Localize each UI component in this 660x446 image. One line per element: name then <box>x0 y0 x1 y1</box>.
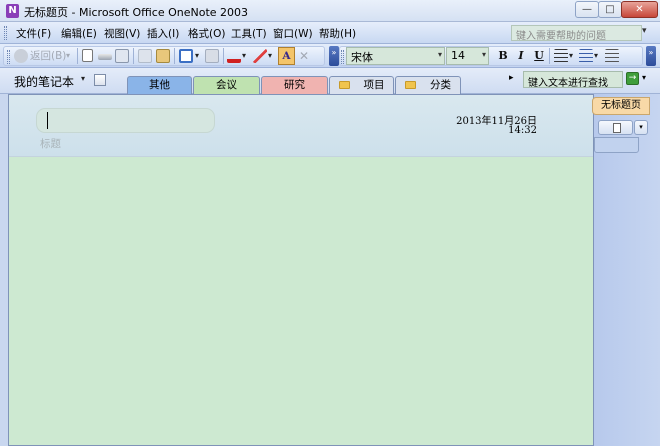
search-scope-dropdown-icon[interactable]: ▾ <box>642 73 646 82</box>
notebook-title[interactable]: 我的笔记本 <box>14 73 74 90</box>
underline-button[interactable]: U <box>532 48 546 64</box>
format-toolbar-options-chevron-icon[interactable]: » <box>646 46 656 66</box>
window-title: 无标题页 - Microsoft Office OneNote 2003 <box>24 6 249 19</box>
section-tab-label: 分类 <box>430 79 451 91</box>
title-bar: N 无标题页 - Microsoft Office OneNote 2003 —… <box>0 0 660 22</box>
menu-view[interactable]: 视图(V) <box>104 26 140 41</box>
note-flag-dropdown-icon[interactable]: ▾ <box>195 48 199 64</box>
help-question-input[interactable]: 键入需要帮助的问题 <box>511 25 642 41</box>
subpage-strip[interactable] <box>594 137 639 153</box>
back-arrow-icon[interactable] <box>14 49 28 63</box>
paste-icon[interactable] <box>156 49 170 63</box>
highlighter-icon[interactable] <box>253 49 267 63</box>
new-subpage-icon[interactable] <box>98 54 112 60</box>
help-dropdown-icon[interactable]: ▾ <box>642 26 647 36</box>
print-preview-icon[interactable] <box>115 49 129 63</box>
page-title-field[interactable] <box>36 108 215 133</box>
menu-edit[interactable]: 编辑(E) <box>61 26 97 41</box>
search-go-icon[interactable]: → <box>626 72 639 85</box>
section-scroll-right-icon[interactable]: ▸ <box>509 73 514 83</box>
section-tab-other[interactable]: 其他 <box>127 76 192 94</box>
delete-icon[interactable]: ✕ <box>299 48 309 64</box>
pen-dropdown-icon[interactable]: ▾ <box>242 48 246 64</box>
page-header: 标题 2013年11月26日 14:32 <box>9 95 593 157</box>
font-name-value: 宋体 <box>351 51 373 64</box>
find-text-input[interactable]: 键入文本进行查找 <box>523 71 623 88</box>
text-cursor <box>47 112 48 129</box>
section-tab-meeting[interactable]: 会议 <box>193 76 260 94</box>
font-size-dropdown-icon[interactable]: ▾ <box>482 50 486 59</box>
section-tab-label: 研究 <box>284 79 305 91</box>
toolbar-separator <box>223 48 224 64</box>
section-tab-label: 项目 <box>363 79 385 91</box>
font-name-select[interactable]: 宋体 ▾ <box>346 47 445 65</box>
menu-tools[interactable]: 工具(T) <box>231 26 267 41</box>
minimize-button[interactable]: — <box>575 1 599 18</box>
section-tab-label: 其他 <box>149 79 170 91</box>
menu-window[interactable]: 窗口(W) <box>273 26 313 41</box>
close-button[interactable]: ✕ <box>621 1 658 18</box>
toolbar-separator <box>174 48 175 64</box>
page-time: 14:32 <box>508 125 537 136</box>
menu-format[interactable]: 格式(O) <box>188 26 225 41</box>
bold-button[interactable]: B <box>496 48 510 64</box>
menu-insert[interactable]: 插入(I) <box>147 26 179 41</box>
standard-toolbar: 返回(B) ▾ ▾ ▾ ▾ A ✕ » 宋体 ▾ 14 ▾ B I U ▾ ▾ … <box>0 44 660 68</box>
menu-bar: 文件(F) 编辑(E) 视图(V) 插入(I) 格式(O) 工具(T) 窗口(W… <box>0 22 660 44</box>
folder-icon <box>405 81 416 89</box>
page-tab-untitled[interactable]: 无标题页 <box>592 97 650 115</box>
toolbar-separator <box>133 48 134 64</box>
note-flag-checkbox-icon[interactable] <box>179 49 193 63</box>
note-page[interactable]: 标题 2013年11月26日 14:32 <box>8 94 594 446</box>
menu-help[interactable]: 帮助(H) <box>319 26 356 41</box>
notebook-dropdown-icon[interactable]: ▾ <box>81 74 85 83</box>
maximize-button[interactable]: □ <box>598 1 622 18</box>
numbering-icon[interactable] <box>579 49 593 63</box>
bullets-icon[interactable] <box>554 49 568 63</box>
font-name-dropdown-icon[interactable]: ▾ <box>438 50 442 59</box>
pen-icon[interactable] <box>227 49 241 63</box>
section-tab-label: 会议 <box>216 79 237 91</box>
onenote-app-icon: N <box>6 4 19 18</box>
outlook-task-icon[interactable] <box>205 49 219 63</box>
section-tab-category[interactable]: 分类 <box>395 76 461 94</box>
format-toolbar-grip-handle[interactable] <box>341 50 344 64</box>
highlight-text-button[interactable]: A <box>278 47 295 65</box>
toolbar-grip-handle[interactable] <box>7 50 10 64</box>
numbering-dropdown-icon[interactable]: ▾ <box>594 48 598 64</box>
back-dropdown-icon[interactable]: ▾ <box>66 48 70 64</box>
toolbar-options-chevron-icon[interactable]: » <box>329 46 339 66</box>
highlighter-dropdown-icon[interactable]: ▾ <box>268 48 272 64</box>
italic-button[interactable]: I <box>514 48 528 64</box>
bullets-dropdown-icon[interactable]: ▾ <box>569 48 573 64</box>
font-size-select[interactable]: 14 ▾ <box>446 47 489 65</box>
section-tab-research[interactable]: 研究 <box>261 76 328 94</box>
new-page-button[interactable] <box>598 120 633 135</box>
toolbar-separator <box>549 48 550 64</box>
section-tab-project[interactable]: 项目 <box>329 76 394 94</box>
copy-icon[interactable] <box>138 49 152 63</box>
new-page-icon[interactable] <box>82 49 93 62</box>
page-title-hint: 标题 <box>40 138 61 150</box>
menu-grip-handle[interactable] <box>4 26 7 40</box>
menu-file[interactable]: 文件(F) <box>16 26 51 41</box>
toolbar-separator <box>77 48 78 64</box>
folder-icon <box>338 81 350 89</box>
back-button[interactable]: 返回(B) <box>30 48 66 64</box>
font-size-value: 14 <box>451 49 465 62</box>
new-page-dropdown-icon[interactable]: ▾ <box>634 120 648 135</box>
decrease-indent-icon[interactable] <box>605 49 619 63</box>
page-icon <box>613 123 621 133</box>
notebook-folder-icon[interactable] <box>94 74 106 86</box>
